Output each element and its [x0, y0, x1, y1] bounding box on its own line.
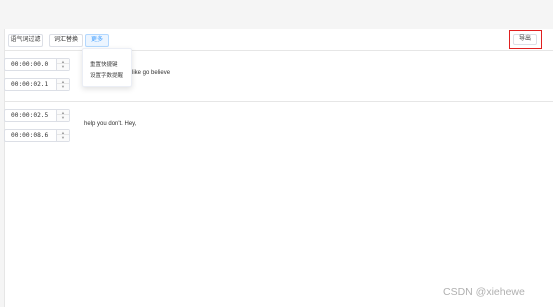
- step-down-icon[interactable]: ▼: [57, 135, 69, 140]
- start-time-input[interactable]: 00:00:00.0 ▲ ▼: [4, 58, 70, 71]
- end-time-value: 00:00:08.6: [11, 132, 49, 139]
- start-time-value: 00:00:02.5: [11, 112, 49, 119]
- more-dropdown-menu: 重置快捷键 设置字数提醒: [82, 48, 132, 87]
- reset-shortcuts-menu-item[interactable]: 重置快捷键: [90, 60, 118, 68]
- word-count-reminder-menu-item[interactable]: 设置字数提醒: [90, 71, 123, 79]
- export-button[interactable]: 导出: [513, 34, 537, 45]
- end-time-input[interactable]: 00:00:02.1 ▲ ▼: [4, 78, 70, 91]
- filter-filler-words-button[interactable]: 语气词过滤: [8, 34, 43, 47]
- time-stepper[interactable]: ▲ ▼: [56, 110, 69, 121]
- more-button[interactable]: 更多: [85, 34, 109, 47]
- time-stepper[interactable]: ▲ ▼: [56, 59, 69, 70]
- start-time-input[interactable]: 00:00:02.5 ▲ ▼: [4, 109, 70, 122]
- end-time-input[interactable]: 00:00:08.6 ▲ ▼: [4, 129, 70, 142]
- word-replace-button[interactable]: 词汇替换: [49, 34, 83, 47]
- time-stepper[interactable]: ▲ ▼: [56, 130, 69, 141]
- subtitle-text[interactable]: help you don't. Hey,: [84, 121, 136, 127]
- end-time-value: 00:00:02.1: [11, 81, 49, 88]
- row-divider: [4, 101, 553, 102]
- step-down-icon[interactable]: ▼: [57, 84, 69, 89]
- start-time-value: 00:00:00.0: [11, 61, 49, 68]
- export-highlight: 导出: [509, 30, 542, 49]
- watermark: CSDN @xiehewe: [443, 286, 525, 298]
- step-down-icon[interactable]: ▼: [57, 115, 69, 120]
- subtitle-text[interactable]: like go believe: [132, 70, 170, 76]
- time-stepper[interactable]: ▲ ▼: [56, 79, 69, 90]
- step-down-icon[interactable]: ▼: [57, 64, 69, 69]
